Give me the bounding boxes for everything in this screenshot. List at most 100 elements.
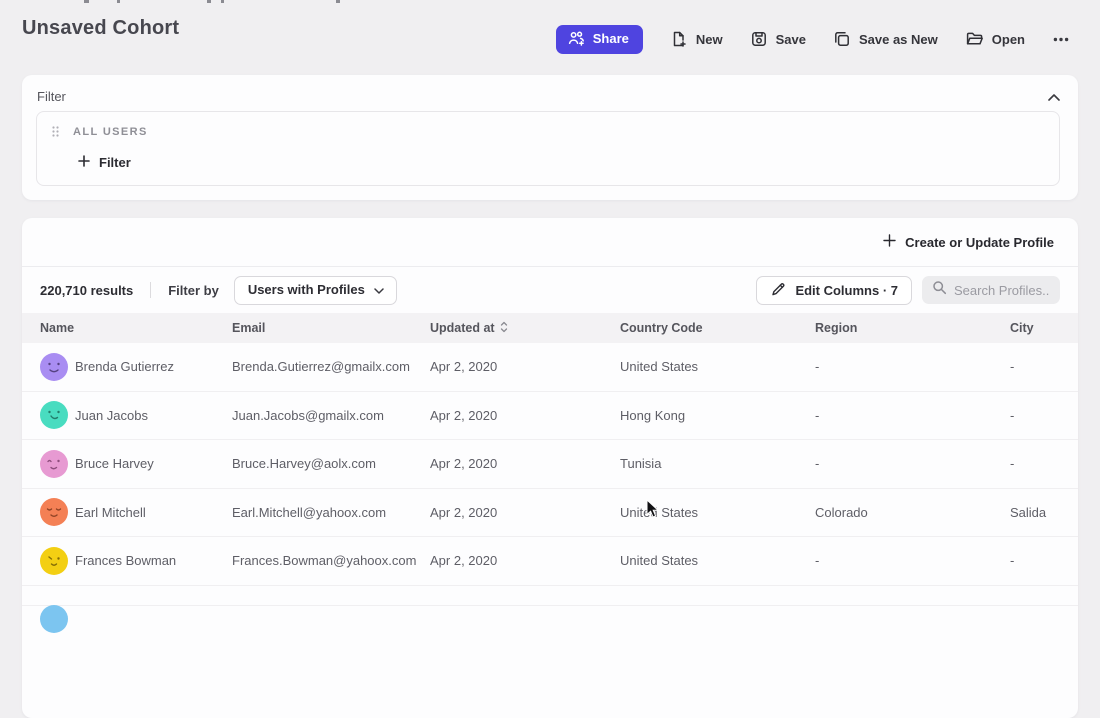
open-button[interactable]: Open: [965, 30, 1025, 48]
country-code-cell: United States: [620, 359, 815, 374]
profiles-type-dropdown[interactable]: Users with Profiles: [234, 276, 397, 305]
vertical-divider: [150, 282, 151, 298]
save-button-label: Save: [776, 32, 806, 47]
plus-icon: [883, 234, 896, 250]
share-users-icon: [568, 30, 585, 47]
table-row-partial[interactable]: [22, 586, 1078, 606]
folder-open-icon: [965, 30, 984, 48]
save-as-new-button[interactable]: Save as New: [833, 30, 938, 48]
filter-group: ALL USERS Filter: [36, 111, 1060, 186]
name-cell: Brenda Gutierrez: [40, 353, 232, 381]
city-cell: -: [1010, 359, 1078, 374]
edit-columns-button[interactable]: Edit Columns · 7: [756, 276, 912, 305]
name-cell: Earl Mitchell: [40, 498, 232, 526]
city-cell: -: [1010, 456, 1078, 471]
country-code-cell: Hong Kong: [620, 408, 815, 423]
filter-card-title: Filter: [37, 89, 66, 104]
results-count: 220,710 results: [40, 283, 133, 298]
column-header-city[interactable]: City: [1010, 321, 1078, 335]
city-cell: Salida: [1010, 505, 1078, 520]
column-header-region[interactable]: Region: [815, 321, 1010, 335]
new-button-label: New: [696, 32, 723, 47]
avatar-face: [40, 401, 68, 429]
table-row[interactable]: Brenda Gutierrez Brenda.Gutierrez@gmailx…: [22, 343, 1078, 392]
region-cell: -: [815, 553, 1010, 568]
email-cell: Bruce.Harvey@aolx.com: [232, 456, 430, 471]
filter-group-header: ALL USERS: [51, 125, 1045, 138]
share-button[interactable]: Share: [556, 25, 643, 54]
more-options-button[interactable]: [1052, 31, 1070, 48]
filter-by-label: Filter by: [168, 283, 219, 298]
results-toolbar-right: Edit Columns · 7: [756, 276, 1060, 305]
ellipsis-icon: [1052, 31, 1070, 48]
create-or-update-profile-label: Create or Update Profile: [905, 235, 1054, 250]
avatar-face: [40, 547, 68, 575]
name-cell: Frances Bowman: [40, 547, 232, 575]
avatar-face: [40, 353, 68, 381]
column-header-email[interactable]: Email: [232, 321, 430, 335]
open-button-label: Open: [992, 32, 1025, 47]
drag-handle-icon[interactable]: [51, 125, 60, 138]
results-card: Create or Update Profile 220,710 results…: [22, 218, 1078, 718]
page: { "page": { "title": "Unsaved Cohort" },…: [0, 0, 1100, 602]
updated-at-cell: Apr 2, 2020: [430, 553, 620, 568]
table-row[interactable]: Earl Mitchell Earl.Mitchell@yahoox.com A…: [22, 489, 1078, 538]
city-cell: -: [1010, 553, 1078, 568]
filter-card: Filter ALL USERS: [22, 75, 1078, 200]
table-row[interactable]: Juan Jacobs Juan.Jacobs@gmailx.com Apr 2…: [22, 392, 1078, 441]
sort-icon: [500, 321, 508, 336]
create-row: Create or Update Profile: [22, 218, 1078, 267]
country-code-cell: United States: [620, 505, 815, 520]
plus-icon: [78, 155, 90, 170]
new-file-icon: [670, 30, 688, 48]
country-code-cell: Tunisia: [620, 456, 815, 471]
name-cell: [40, 586, 232, 633]
search-box: [922, 276, 1060, 304]
avatar: [40, 498, 68, 526]
add-filter-button[interactable]: Filter: [76, 153, 133, 172]
results-toolbar: 220,710 results Filter by Users with Pro…: [22, 267, 1078, 313]
edit-columns-label: Edit Columns · 7: [795, 283, 898, 298]
column-header-name[interactable]: Name: [40, 321, 232, 335]
create-or-update-profile-button[interactable]: Create or Update Profile: [883, 234, 1054, 250]
email-cell: Frances.Bowman@yahoox.com: [232, 553, 430, 568]
save-as-new-button-label: Save as New: [859, 32, 938, 47]
avatar-face: [40, 450, 68, 478]
email-cell: Brenda.Gutierrez@gmailx.com: [232, 359, 430, 374]
chevron-up-icon: [1048, 89, 1060, 104]
name-cell: Juan Jacobs: [40, 401, 232, 429]
page-title: Unsaved Cohort: [22, 17, 179, 40]
save-icon: [750, 30, 768, 48]
avatar-face: [40, 498, 68, 526]
duplicate-icon: [833, 30, 851, 48]
country-code-cell: United States: [620, 553, 815, 568]
avatar: [40, 605, 68, 633]
search-icon: [932, 280, 947, 300]
region-cell: Colorado: [815, 505, 1010, 520]
region-cell: -: [815, 359, 1010, 374]
collapse-filter-button[interactable]: [1046, 87, 1062, 106]
region-cell: -: [815, 456, 1010, 471]
table-row[interactable]: Bruce Harvey Bruce.Harvey@aolx.com Apr 2…: [22, 440, 1078, 489]
avatar: [40, 450, 68, 478]
column-header-updated-at[interactable]: Updated at: [430, 321, 620, 336]
city-cell: -: [1010, 408, 1078, 423]
app-header: Unsaved Cohort Share: [0, 0, 1100, 66]
toolbar: Share New Save: [556, 24, 1070, 54]
region-cell: -: [815, 408, 1010, 423]
email-cell: Juan.Jacobs@gmailx.com: [232, 408, 430, 423]
filter-group-label: ALL USERS: [73, 126, 148, 138]
new-button[interactable]: New: [670, 30, 723, 48]
column-header-country-code[interactable]: Country Code: [620, 321, 815, 335]
email-cell: Earl.Mitchell@yahoox.com: [232, 505, 430, 520]
save-button[interactable]: Save: [750, 30, 806, 48]
table-row[interactable]: Frances Bowman Frances.Bowman@yahoox.com…: [22, 537, 1078, 586]
updated-at-cell: Apr 2, 2020: [430, 456, 620, 471]
avatar: [40, 401, 68, 429]
updated-at-cell: Apr 2, 2020: [430, 408, 620, 423]
profiles-dropdown-value: Users with Profiles: [248, 282, 365, 297]
add-filter-label: Filter: [99, 155, 131, 170]
search-profiles-input[interactable]: [954, 283, 1050, 298]
name-cell: Bruce Harvey: [40, 450, 232, 478]
updated-at-cell: Apr 2, 2020: [430, 505, 620, 520]
